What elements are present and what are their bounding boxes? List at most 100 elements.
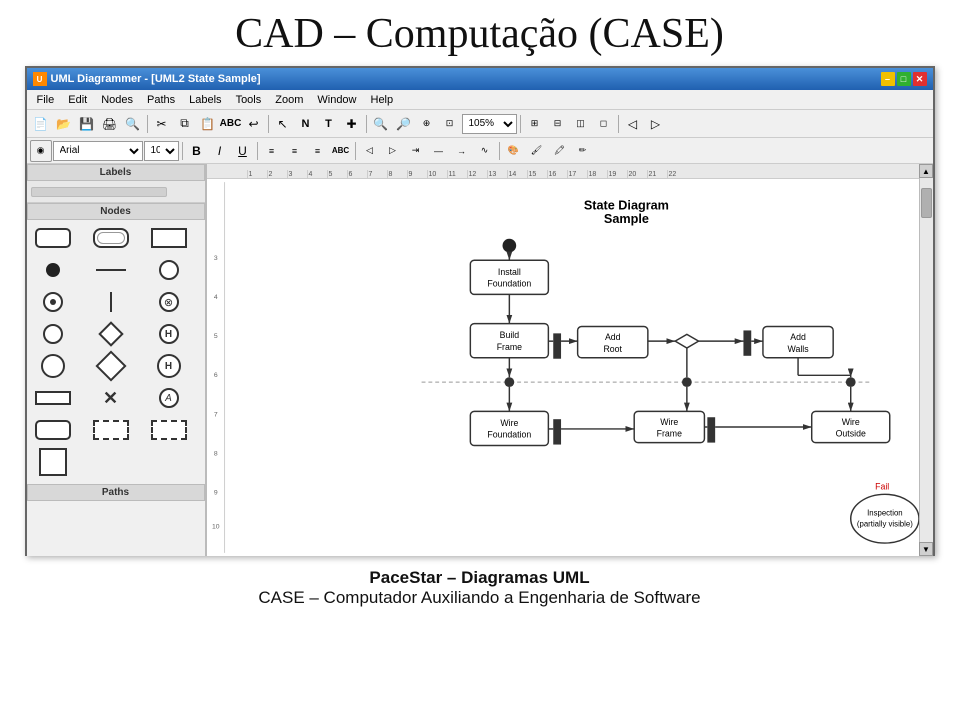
node-line[interactable] [89,256,133,284]
diagram-title-line1: State Diagram [583,198,668,212]
copy-icon[interactable]: ⧉ [174,113,196,135]
text2-icon[interactable]: T [318,113,340,135]
back-icon[interactable]: ◁ [622,113,644,135]
node-rounded-rect[interactable] [31,224,75,252]
paste-icon[interactable]: 📋 [197,113,219,135]
cut-icon[interactable]: ✂ [151,113,173,135]
minimize-button[interactable]: – [881,72,895,86]
maximize-button[interactable]: □ [897,72,911,86]
node-x-circle[interactable]: ⊗ [147,288,191,316]
close-button[interactable]: ✕ [913,72,927,86]
node-rounded-rect2[interactable] [31,416,75,444]
menu-nodes[interactable]: Nodes [95,92,139,108]
insert-icon[interactable]: ✚ [341,113,363,135]
format2-icon[interactable]: ⊟ [547,113,569,135]
scroll-down-button[interactable]: ▼ [919,542,933,556]
menu-tools[interactable]: Tools [230,92,268,108]
spell-icon[interactable]: ABC [220,113,242,135]
print-icon[interactable]: 🖨 [99,113,121,135]
curve-icon[interactable]: ∿ [474,140,496,162]
zoom-select-icon[interactable]: ⊡ [439,113,461,135]
ruler-9: 9 [407,170,427,178]
menu-labels[interactable]: Labels [183,92,227,108]
scrollbar-track[interactable] [920,178,933,542]
node-diamond2[interactable] [89,352,133,380]
color1-icon[interactable]: 🎨 [503,140,525,162]
footer-line1: PaceStar – Diagramas UML [0,568,959,588]
menu-file[interactable]: File [31,92,61,108]
format4-icon[interactable]: ◻ [593,113,615,135]
node-single-rect[interactable] [31,448,75,476]
menu-help[interactable]: Help [365,92,400,108]
node-dashed-rect[interactable] [89,416,133,444]
zoom-dropdown[interactable]: 105% [462,114,517,134]
underline-icon[interactable]: U [232,140,254,162]
scroll-up-button[interactable]: ▲ [919,164,933,178]
join-bar-4 [707,417,715,442]
svg-text:7: 7 [213,411,217,418]
color2-icon[interactable]: 🖌 [526,140,548,162]
node-rect2[interactable] [31,384,75,412]
nav-icon[interactable]: ◉ [30,140,52,162]
footer-line2: CASE – Computador Auxiliando a Engenhari… [0,588,959,608]
window-title: UML Diagrammer - [UML2 State Sample] [51,73,261,85]
font-family-dropdown[interactable]: Arial [53,141,143,161]
ruler-3: 3 [287,170,307,178]
svg-text:4: 4 [213,294,217,301]
node-circle-dot[interactable] [31,288,75,316]
abc-icon[interactable]: ABC [330,140,352,162]
node-rect[interactable] [147,224,191,252]
svg-text:3: 3 [213,255,217,262]
preview-icon[interactable]: 🔍 [122,113,144,135]
menu-edit[interactable]: Edit [62,92,93,108]
title-bar-controls: – □ ✕ [881,72,927,86]
node-a-circle[interactable]: A [147,384,191,412]
indent-icon[interactable]: ⇥ [405,140,427,162]
color3-icon[interactable]: 🖍 [549,140,571,162]
node-vline[interactable] [89,288,133,316]
ruler-18: 18 [587,170,607,178]
zoom-out-icon[interactable]: 🔎 [393,113,415,135]
color4-icon[interactable]: ✏ [572,140,594,162]
node-h-circle[interactable]: H [147,320,191,348]
node-dbl-rounded[interactable] [89,224,133,252]
menu-window[interactable]: Window [311,92,362,108]
ruler-7: 7 [367,170,387,178]
ruler-8: 8 [387,170,407,178]
line-icon[interactable]: — [428,140,450,162]
align-left-icon[interactable]: ≡ [261,140,283,162]
align-center-icon[interactable]: ≡ [284,140,306,162]
node-diamond[interactable] [89,320,133,348]
node-filled-circle[interactable] [31,256,75,284]
new-icon[interactable]: 📄 [30,113,52,135]
format1-icon[interactable]: ⊞ [524,113,546,135]
zoom-in-icon[interactable]: 🔍 [370,113,392,135]
fwd-icon[interactable]: ▷ [645,113,667,135]
text-left-icon[interactable]: ◁ [359,140,381,162]
node-circle2[interactable] [31,320,75,348]
diamond-1 [675,334,698,348]
italic-icon[interactable]: I [209,140,231,162]
text-right-icon[interactable]: ▷ [382,140,404,162]
node-hp-circle[interactable]: H [147,352,191,380]
font-size-dropdown[interactable]: 10 [144,141,179,161]
format3-icon[interactable]: ◫ [570,113,592,135]
right-scrollbar: ▲ ▼ [919,164,933,556]
menu-paths[interactable]: Paths [141,92,181,108]
save-icon[interactable]: 💾 [76,113,98,135]
undo-icon[interactable]: ↩ [243,113,265,135]
select-icon[interactable]: ↖ [272,113,294,135]
bold-icon[interactable]: B [186,140,208,162]
open-icon[interactable]: 📂 [53,113,75,135]
svg-text:10: 10 [211,523,219,530]
node-dashed-rect2[interactable] [147,416,191,444]
node-circle[interactable] [147,256,191,284]
scrollbar-thumb[interactable] [921,188,932,218]
arrow-icon[interactable]: → [451,140,473,162]
text-icon[interactable]: N [295,113,317,135]
zoom-fit-icon[interactable]: ⊕ [416,113,438,135]
node-x-shape[interactable]: ✕ [89,384,133,412]
node-circle3[interactable] [31,352,75,380]
align-right-icon[interactable]: ≡ [307,140,329,162]
menu-zoom[interactable]: Zoom [269,92,309,108]
